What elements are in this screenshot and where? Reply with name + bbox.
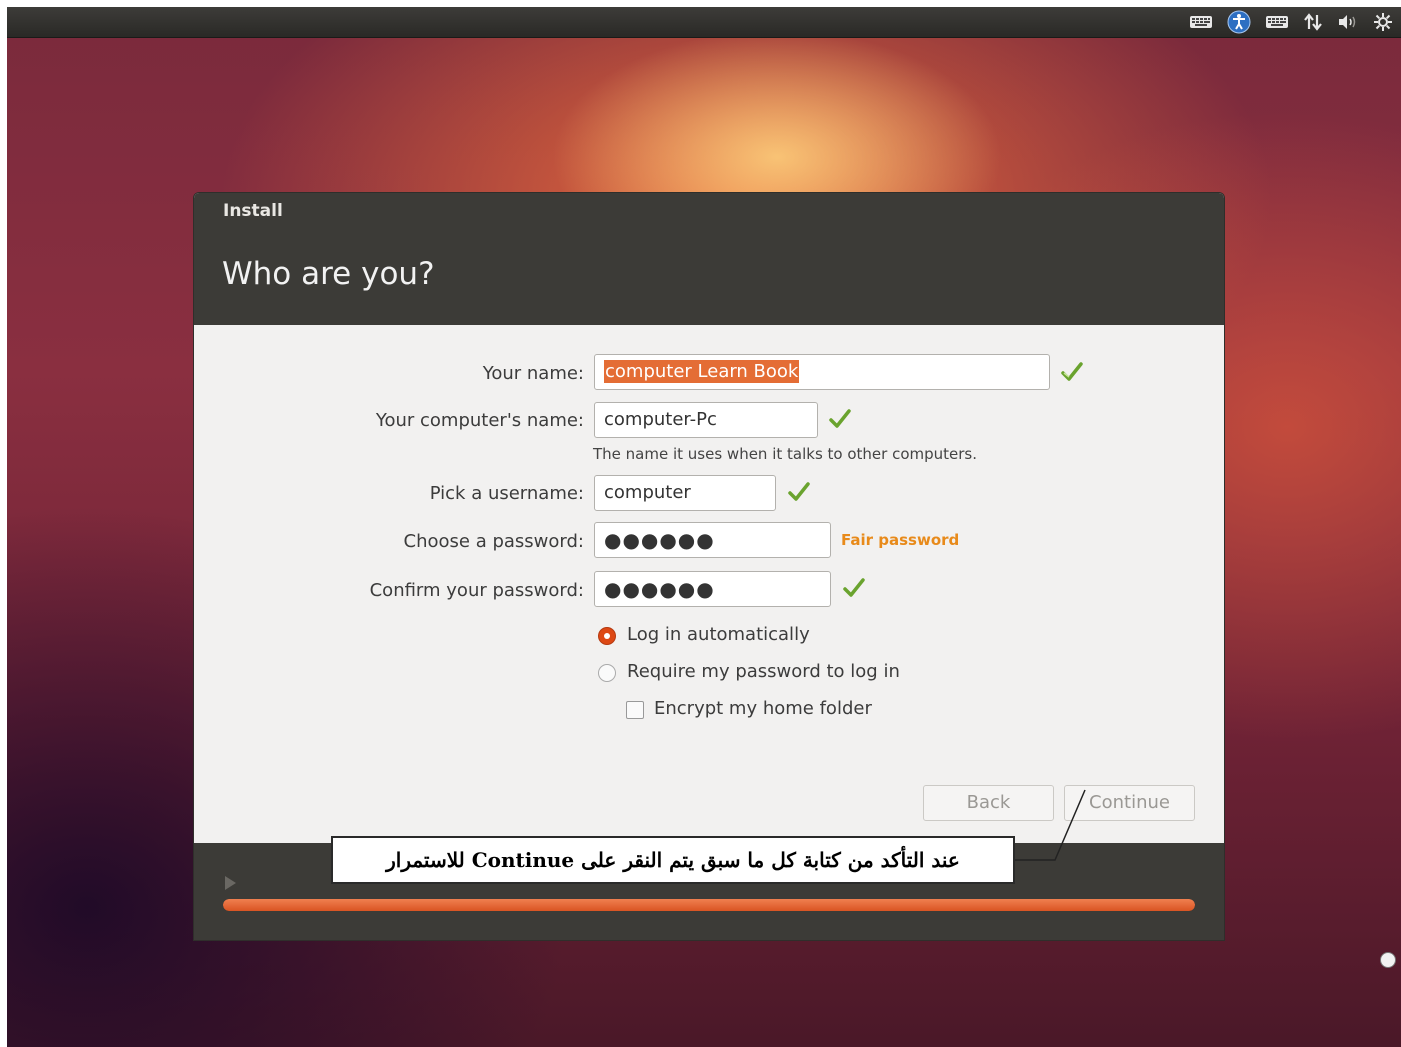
check-icon [843, 578, 865, 597]
login-auto-radio[interactable] [598, 627, 616, 645]
your-name-input[interactable]: computer Learn Book [594, 354, 1050, 390]
top-panel [7, 7, 1401, 38]
computer-name-label: Your computer's name: [375, 410, 584, 431]
check-icon [1061, 362, 1083, 381]
settings-icon[interactable] [1373, 12, 1393, 32]
check-icon [829, 409, 851, 428]
system-tray [1189, 10, 1393, 34]
password-input[interactable]: ●●●●●● [594, 522, 831, 558]
password-strength: Fair password [841, 531, 960, 549]
window-header: Install Who are you? [194, 193, 1224, 325]
check-icon [788, 482, 810, 501]
installer-window: Install Who are you? Your name: computer… [193, 192, 1225, 941]
accessibility-icon[interactable] [1227, 10, 1251, 34]
your-name-label: Your name: [482, 363, 584, 384]
user-form: Your name: computer Learn Book Your comp… [194, 325, 1224, 843]
window-title: Install [223, 201, 283, 221]
confirm-password-label: Confirm your password: [369, 580, 584, 601]
your-name-value: computer Learn Book [604, 360, 800, 383]
confirm-password-input[interactable]: ●●●●●● [594, 571, 831, 607]
login-require-label[interactable]: Require my password to log in [627, 661, 900, 682]
desktop-background: Install Who are you? Your name: computer… [7, 7, 1401, 1047]
login-require-radio[interactable] [598, 664, 616, 682]
keyboard-icon[interactable] [1189, 14, 1213, 30]
page-title: Who are you? [222, 256, 435, 292]
username-label: Pick a username: [429, 483, 584, 504]
continue-button[interactable]: Continue [1064, 785, 1195, 821]
install-progress-bar [223, 899, 1195, 911]
computer-name-hint: The name it uses when it talks to other … [593, 445, 978, 463]
progress-fill [223, 899, 1195, 911]
annotation-callout: عند التأكد من كتابة كل ما سبق يتم النقر … [331, 836, 1015, 884]
password-label: Choose a password: [403, 531, 584, 552]
keyboard-layout-icon[interactable] [1265, 14, 1289, 30]
back-button[interactable]: Back [923, 785, 1054, 821]
computer-name-input[interactable]: computer-Pc [594, 402, 818, 438]
play-icon [225, 876, 236, 890]
busy-cursor-icon [1380, 952, 1396, 968]
network-icon[interactable] [1303, 12, 1323, 32]
username-input[interactable]: computer [594, 475, 776, 511]
encrypt-checkbox[interactable] [626, 701, 644, 719]
encrypt-label[interactable]: Encrypt my home folder [654, 698, 872, 719]
login-auto-label[interactable]: Log in automatically [627, 624, 810, 645]
volume-icon[interactable] [1337, 13, 1359, 31]
